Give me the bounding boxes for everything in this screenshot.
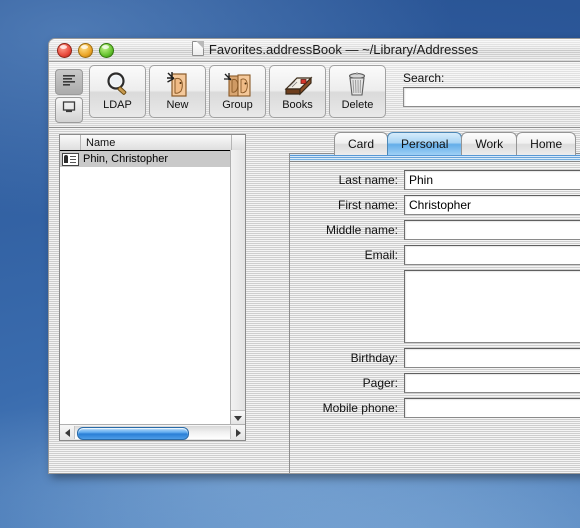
- address-books-icon: [283, 69, 313, 99]
- first-name-input[interactable]: Christopher: [404, 195, 580, 215]
- field-row-pager: Pager:: [290, 373, 580, 393]
- tab-bar: Card Personal Work Home: [334, 132, 577, 155]
- email-input[interactable]: [404, 245, 580, 265]
- field-row-notes: [290, 270, 580, 343]
- list-column-header[interactable]: Name: [60, 135, 245, 151]
- field-row-email: Email:: [290, 245, 580, 265]
- tab-work[interactable]: Work: [461, 132, 518, 155]
- window-body: Name Phin, Christopher Card Personal Wor…: [49, 128, 580, 473]
- field-row-mobile-phone: Mobile phone:: [290, 398, 580, 418]
- list-lines-icon: [62, 73, 76, 91]
- magnifying-glass-icon: [104, 69, 132, 99]
- ldap-button-label: LDAP: [103, 99, 132, 111]
- middle-name-input[interactable]: [404, 220, 580, 240]
- new-button[interactable]: New: [149, 65, 206, 118]
- horizontal-scroll-track[interactable]: [74, 426, 231, 440]
- contact-card-icon: [62, 152, 79, 166]
- tab-card-label: Card: [348, 137, 375, 151]
- horizontal-scrollbar[interactable]: [60, 424, 245, 440]
- field-row-first-name: First name: Christopher: [290, 195, 580, 215]
- last-name-label: Last name:: [338, 173, 398, 187]
- view-toggle-group: [55, 69, 83, 123]
- group-button-label: Group: [222, 99, 253, 111]
- contacts-list: Phin, Christopher: [60, 151, 231, 424]
- list-item[interactable]: Phin, Christopher: [60, 151, 231, 167]
- address-book-window: Favorites.addressBook — ~/Library/Addres…: [48, 38, 580, 474]
- trash-can-icon: [345, 69, 371, 99]
- window-titlebar[interactable]: Favorites.addressBook — ~/Library/Addres…: [49, 39, 580, 62]
- contacts-list-pane: Name Phin, Christopher: [59, 134, 246, 441]
- email-label: Email:: [364, 248, 398, 262]
- tab-work-label: Work: [475, 137, 504, 151]
- mobile-phone-input[interactable]: [404, 398, 580, 418]
- list-header-tail: [231, 135, 245, 150]
- delete-button-label: Delete: [341, 99, 374, 111]
- ldap-button[interactable]: LDAP: [89, 65, 146, 118]
- search-area: Search:: [403, 65, 580, 107]
- birthday-label: Birthday:: [350, 351, 398, 365]
- document-icon: [191, 41, 204, 56]
- window-title-text: Favorites.addressBook — ~/Library/Addres…: [208, 42, 479, 57]
- scroll-down-arrow[interactable]: [231, 410, 245, 425]
- list-view-toggle[interactable]: [55, 69, 83, 95]
- window-title: Favorites.addressBook — ~/Library/Addres…: [49, 41, 580, 57]
- list-header-gutter: [60, 135, 81, 150]
- scroll-right-arrow[interactable]: [231, 426, 245, 440]
- vertical-scrollbar[interactable]: [230, 150, 245, 425]
- horizontal-scroll-thumb[interactable]: [77, 427, 189, 440]
- group-people-icon: [223, 69, 253, 99]
- middle-name-label: Middle name:: [325, 223, 398, 237]
- mobile-phone-label: Mobile phone:: [322, 401, 398, 415]
- tab-personal[interactable]: Personal: [387, 132, 463, 155]
- card-display-icon: [62, 101, 76, 119]
- group-button[interactable]: Group: [209, 65, 266, 118]
- scroll-left-arrow[interactable]: [60, 426, 74, 440]
- search-input[interactable]: [403, 87, 580, 107]
- birthday-input[interactable]: [404, 348, 580, 368]
- search-label: Search:: [403, 71, 445, 85]
- tab-personal-label: Personal: [401, 137, 449, 151]
- column-header-name[interactable]: Name: [81, 137, 231, 149]
- tab-card[interactable]: Card: [334, 132, 389, 155]
- field-row-birthday: Birthday:: [290, 348, 580, 368]
- last-name-input[interactable]: Phin: [404, 170, 580, 190]
- tab-home-label: Home: [530, 137, 563, 151]
- pager-input[interactable]: [404, 373, 580, 393]
- delete-button[interactable]: Delete: [329, 65, 386, 118]
- list-item-label: Phin, Christopher: [83, 153, 168, 165]
- pager-label: Pager:: [362, 376, 398, 390]
- first-name-label: First name:: [337, 198, 398, 212]
- new-button-label: New: [166, 99, 189, 111]
- notes-textarea[interactable]: [404, 270, 580, 343]
- card-view-toggle[interactable]: [55, 97, 83, 123]
- tab-home[interactable]: Home: [516, 132, 577, 155]
- books-button-label: Books: [282, 99, 313, 111]
- personal-tab-panel: Last name: Phin First name: Christopher …: [289, 153, 580, 473]
- personal-form: Last name: Phin First name: Christopher …: [290, 162, 580, 418]
- field-row-middle-name: Middle name:: [290, 220, 580, 240]
- field-row-last-name: Last name: Phin: [290, 170, 580, 190]
- new-person-icon: [164, 69, 192, 99]
- books-button[interactable]: Books: [269, 65, 326, 118]
- toolbar: LDAP New Group Books Delete Search:: [49, 62, 580, 128]
- panel-header-strip: [290, 154, 580, 162]
